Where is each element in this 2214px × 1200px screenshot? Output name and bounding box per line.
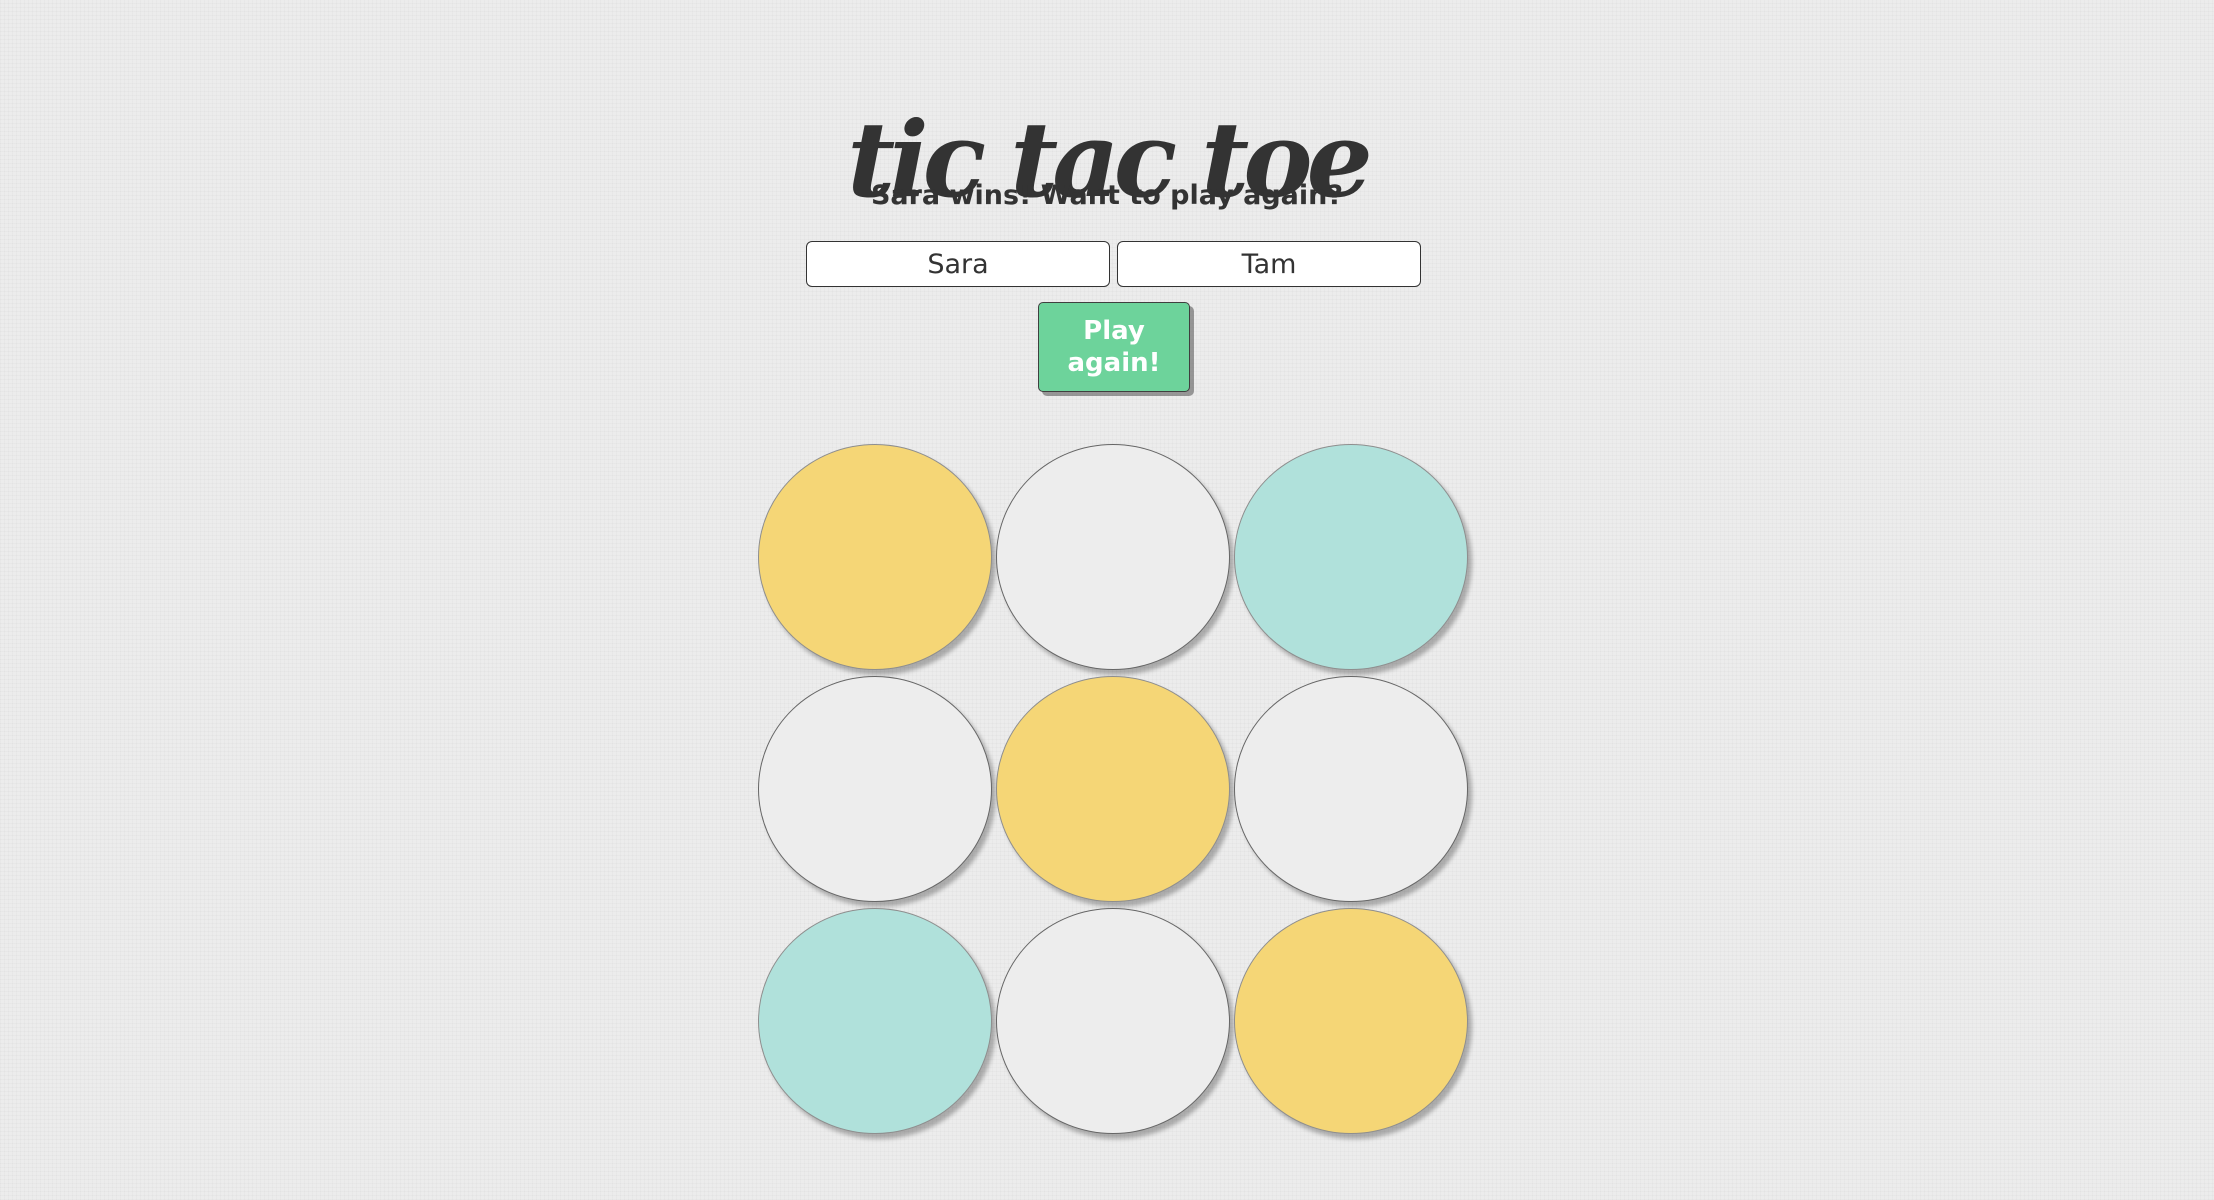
board-cell-6[interactable] (1234, 676, 1468, 902)
game-app: tic tac toe Sara wins! Want to play agai… (0, 0, 2214, 1200)
player1-name-input[interactable] (806, 241, 1110, 287)
board-cell-9[interactable] (1234, 908, 1468, 1134)
player2-name-input[interactable] (1117, 241, 1421, 287)
board-cell-2[interactable] (996, 444, 1230, 670)
board-cell-3[interactable] (1234, 444, 1468, 670)
board-cell-4[interactable] (758, 676, 992, 902)
play-again-button[interactable]: Play again! (1038, 302, 1190, 392)
board-cell-5[interactable] (996, 676, 1230, 902)
board-cell-7[interactable] (758, 908, 992, 1134)
board-cell-8[interactable] (996, 908, 1230, 1134)
game-board (758, 444, 1468, 1140)
status-message: Sara wins! Want to play again? (870, 180, 1344, 211)
board-cell-1[interactable] (758, 444, 992, 670)
